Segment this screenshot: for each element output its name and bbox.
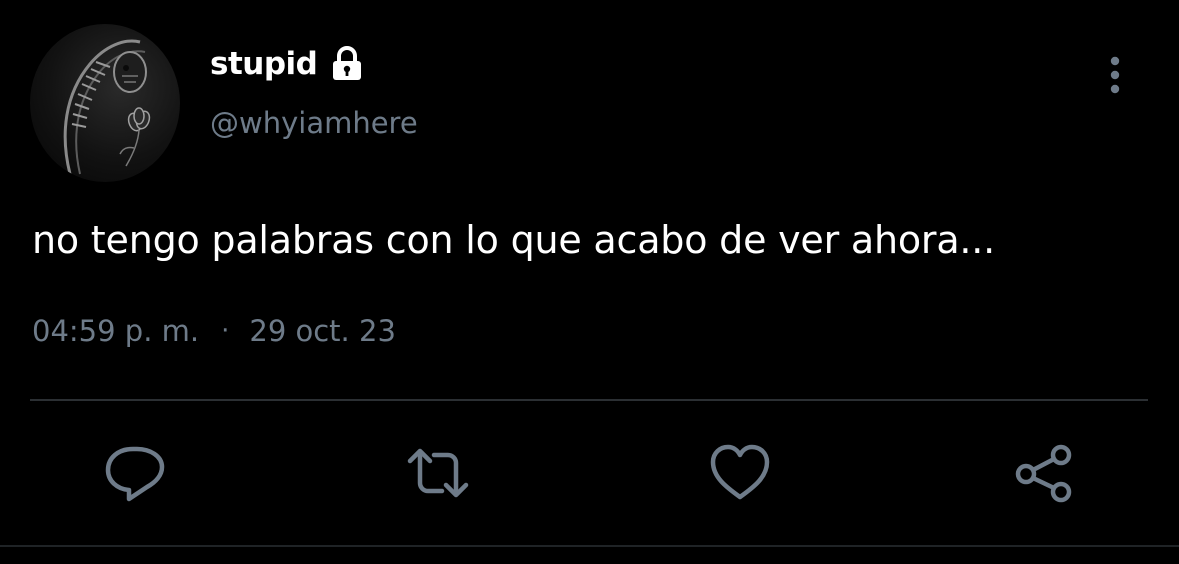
tweet-text: no tengo palabras con lo que acabo de ve… bbox=[32, 218, 996, 262]
avatar[interactable] bbox=[30, 24, 180, 182]
display-name[interactable]: stupid bbox=[210, 46, 318, 82]
retweet-icon bbox=[407, 448, 469, 498]
divider bbox=[30, 399, 1148, 401]
share-button[interactable] bbox=[1012, 443, 1076, 503]
avatar-illustration bbox=[63, 39, 151, 175]
reply-icon bbox=[105, 446, 165, 502]
author-handle[interactable]: @whyiamhere bbox=[210, 106, 418, 140]
bottom-divider bbox=[0, 545, 1179, 547]
more-vertical-icon[interactable] bbox=[1100, 54, 1130, 98]
author-name-row[interactable]: stupid bbox=[210, 44, 367, 84]
tweet-time: 04:59 p. m. bbox=[32, 314, 200, 348]
tweet-date: 29 oct. 23 bbox=[249, 314, 396, 348]
lock-icon bbox=[333, 46, 362, 80]
heart-icon bbox=[710, 444, 770, 500]
share-icon bbox=[1015, 444, 1072, 503]
reply-button[interactable] bbox=[103, 443, 167, 503]
tweet-timestamp[interactable]: 04:59 p. m. · 29 oct. 23 bbox=[32, 314, 396, 348]
retweet-button[interactable] bbox=[406, 443, 470, 503]
timestamp-separator: · bbox=[221, 316, 230, 346]
like-button[interactable] bbox=[708, 443, 772, 503]
